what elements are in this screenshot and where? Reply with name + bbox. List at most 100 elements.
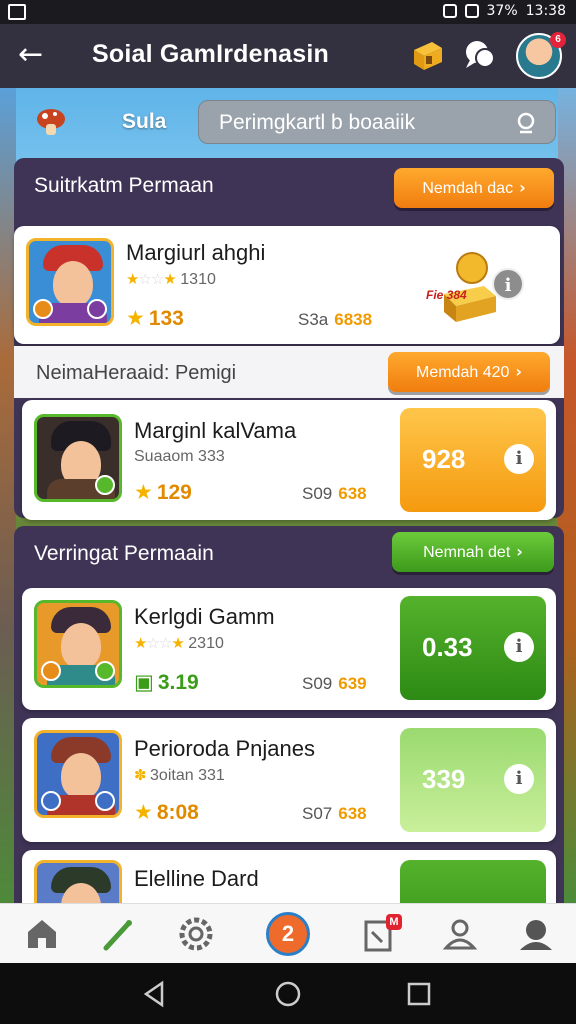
gift-box-icon[interactable] <box>408 36 446 74</box>
game-subtitle: ✽ 3oitan 331 <box>134 766 225 785</box>
gallery-icon <box>8 4 26 20</box>
badge-icon <box>95 475 115 495</box>
price-label: S07 <box>302 804 333 823</box>
play-button[interactable] <box>400 860 546 903</box>
game-thumbnail <box>34 414 122 502</box>
game-rating: ★ 129 <box>134 480 192 505</box>
game-controller-icon: ▣ <box>134 670 154 694</box>
game-stars-row: ★☆☆★ 1310 <box>126 270 216 289</box>
search-label: Sula <box>122 110 167 133</box>
chevron-right-icon: › <box>516 542 523 561</box>
search-icon[interactable] <box>515 111 539 135</box>
game-price: S09 639 <box>302 674 367 694</box>
search-input[interactable] <box>219 109 509 137</box>
game-card[interactable]: Kerlgdi Gamm ★☆☆★ 2310 ▣ 3.19 S09 639 0.33… <box>22 588 556 710</box>
battery-percent: 37% <box>486 3 518 19</box>
game-card[interactable]: Margiurl ahghi ★☆☆★ 1310 ★ 133 S3a 6838 Fi… <box>14 226 560 344</box>
app-bar: ← Soial GamIrdenasin 6 <box>0 24 576 88</box>
status-bar: 37% 13:38 <box>0 0 576 24</box>
game-rating: ▣ 3.19 <box>134 670 199 695</box>
play-button[interactable]: 339 i <box>400 728 546 832</box>
section-add-button[interactable]: Nemdah dac › <box>394 168 554 208</box>
star-icon: ★ <box>134 800 153 824</box>
section-add-button-label: Nemnah det <box>423 544 511 561</box>
chat-icon[interactable] <box>462 38 498 72</box>
game-thumbnail <box>34 600 122 688</box>
game-rating: ★ 8:08 <box>134 800 199 825</box>
user-icon[interactable] <box>440 914 480 954</box>
character-face <box>53 261 93 307</box>
badge-icon <box>95 661 115 681</box>
back-arrow-icon[interactable]: ← <box>18 38 52 72</box>
game-thumbnail <box>34 730 122 818</box>
info-icon[interactable]: i <box>504 632 534 662</box>
settings-icon[interactable] <box>176 914 216 954</box>
game-card[interactable]: Elelline Dard <box>22 850 556 903</box>
game-rating: ★ 133 <box>126 306 184 331</box>
pen-icon[interactable] <box>98 914 138 954</box>
game-title: Elelline Dard <box>134 866 259 891</box>
back-triangle-icon[interactable] <box>140 979 170 1009</box>
price-label: S09 <box>302 484 333 503</box>
section-title: Verringat Permaain <box>34 542 214 565</box>
home-circle-icon[interactable] <box>273 979 303 1009</box>
home-icon[interactable] <box>22 914 62 954</box>
subheader-add-button[interactable]: Memdah 420 › <box>388 352 550 392</box>
game-title: Margiurl ahghi <box>126 240 266 265</box>
game-title: Marginl kalVama <box>134 418 297 443</box>
stars-count: 2310 <box>188 635 224 652</box>
game-card[interactable]: Perioroda Pnjanes ✽ 3oitan 331 ★ 8:08 S07… <box>22 718 556 842</box>
badge-icon <box>41 661 61 681</box>
game-subtitle-text: 3oitan 331 <box>150 767 225 784</box>
search-bar[interactable] <box>198 100 556 144</box>
price-coin: 638 <box>338 484 367 503</box>
game-thumbnail <box>34 860 122 903</box>
chevron-right-icon: › <box>515 362 522 381</box>
bottom-navigation: 2 M <box>0 903 576 963</box>
badge-icon <box>95 791 115 811</box>
info-icon[interactable]: i <box>492 268 524 300</box>
play-value: 0.33 <box>422 632 473 662</box>
game-price: S07 638 <box>302 804 367 824</box>
stars-icon: ★☆☆★ <box>126 270 177 288</box>
play-value: 339 <box>422 764 466 794</box>
stars-icon: ★☆☆★ <box>134 634 185 652</box>
game-price: S3a 6838 <box>298 310 372 330</box>
notification-badge: 6 <box>550 32 566 48</box>
status-right: 37% 13:38 <box>442 3 566 19</box>
info-icon[interactable]: i <box>504 444 534 474</box>
chevron-right-icon: › <box>519 178 526 197</box>
star-icon: ★ <box>134 480 153 504</box>
game-title: Perioroda Pnjanes <box>134 736 316 761</box>
star-icon: ★ <box>126 306 145 330</box>
mushroom-icon <box>37 109 65 135</box>
price-coin: 6838 <box>334 310 373 329</box>
subheader-button-label: Memdah 420 <box>416 364 510 381</box>
game-title: Kerlgdi Gamm <box>134 604 275 629</box>
stars-count: 1310 <box>180 271 216 288</box>
info-icon[interactable]: i <box>504 764 534 794</box>
price-coin: 638 <box>338 804 367 823</box>
nav-center-button[interactable]: 2 <box>266 912 310 956</box>
game-thumbnail <box>26 238 114 326</box>
rating-value: 133 <box>148 307 184 330</box>
system-navigation <box>0 963 576 1024</box>
section-add-button-label: Nemdah dac <box>422 180 514 197</box>
profile-icon[interactable] <box>516 914 556 954</box>
recents-square-icon[interactable] <box>404 979 434 1009</box>
subheader-bar: NeimaHeraaid: Pemigi Memdah 420 › <box>14 346 564 398</box>
badge-icon <box>41 791 61 811</box>
play-button[interactable]: 928 i <box>400 408 546 512</box>
character-face <box>61 753 101 799</box>
badge-icon <box>87 299 107 319</box>
section-add-button[interactable]: Nemnah det › <box>392 532 554 572</box>
flower-icon: ✽ <box>134 766 147 784</box>
section-header: Suitrkatm Permaan Nemdah dac › <box>14 158 564 214</box>
section-header: Verringat Permaain Nemnah det › <box>14 526 564 582</box>
rating-value: 129 <box>156 481 192 504</box>
game-card[interactable]: Marginl kalVama Suaaom 333 ★ 129 S09 638 9… <box>22 400 556 520</box>
character-face <box>61 623 101 669</box>
section-title: Suitrkatm Permaan <box>34 174 214 197</box>
price-label: S09 <box>302 674 333 693</box>
play-button[interactable]: 0.33 i <box>400 596 546 700</box>
